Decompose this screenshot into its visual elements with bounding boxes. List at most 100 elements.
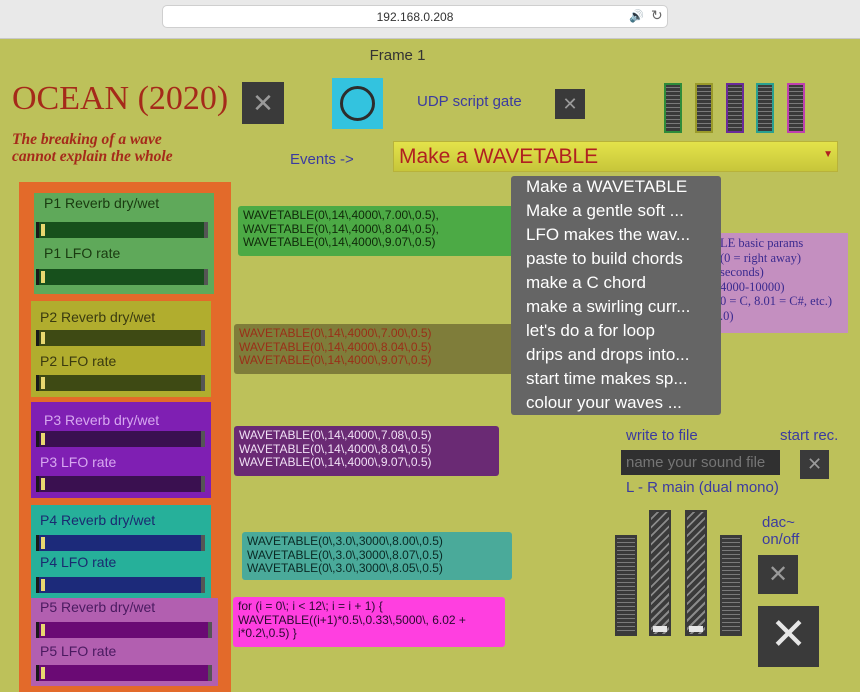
events-menu-item[interactable]: Make a WAVETABLE bbox=[526, 177, 714, 197]
slider-handle bbox=[689, 626, 703, 632]
script-line: for (i = 0\; i < 12\; i = i + 1) { bbox=[238, 599, 383, 613]
reload-icon[interactable]: ↻ bbox=[651, 7, 663, 24]
events-menu-item[interactable]: colour your waves ... bbox=[526, 393, 714, 413]
events-menu: Make a WAVETABLE Make a gentle soft ... LF… bbox=[511, 176, 721, 415]
script-line: WAVETABLE(0\,3.0\,3000\,8.05\,0.5) bbox=[247, 561, 443, 575]
part-3-lfo-label: P3 LFO rate bbox=[40, 454, 117, 470]
slider-handle bbox=[653, 626, 667, 632]
dac-label: dac~ on/off bbox=[762, 514, 799, 548]
script-line: WAVETABLE(0\,14\,4000\,7.00\,0.5) bbox=[239, 326, 432, 340]
part-2-reverb-slider[interactable] bbox=[36, 330, 205, 346]
part-5-reverb-label: P5 Reverb dry/wet bbox=[40, 599, 156, 615]
info-line: 4000-10000) bbox=[720, 279, 785, 294]
script-line: WAVETABLE(0\,3.0\,3000\,8.07\,0.5) bbox=[247, 547, 443, 562]
part-1-lfo-label: P1 LFO rate bbox=[44, 245, 121, 261]
app-title: OCEAN (2020) bbox=[12, 80, 229, 117]
slider-handle bbox=[41, 478, 45, 490]
events-selected-value: Make a WAVETABLE bbox=[399, 145, 599, 168]
slider-handle bbox=[41, 271, 45, 283]
master-toggle[interactable]: ✕ bbox=[758, 606, 819, 667]
part-3-script-message[interactable]: WAVETABLE(0\,14\,4000\,7.08\,0.5) WAVETAB… bbox=[234, 426, 499, 476]
dac-label-line-1: dac~ bbox=[762, 514, 795, 531]
slider-handle bbox=[41, 433, 45, 445]
chevron-down-icon: ▼ bbox=[823, 149, 833, 160]
slider-handle bbox=[41, 332, 45, 344]
browser-toolbar: 192.168.0.208 🔊 ↻ bbox=[0, 0, 860, 39]
script-line: WAVETABLE(0\,14\,4000\,9.07\,0.5) bbox=[239, 455, 432, 469]
slider-handle bbox=[41, 667, 45, 679]
frame-title: Frame 1 bbox=[369, 47, 426, 64]
script-line: WAVETABLE(0\,14\,4000\,9.07\,0.5) bbox=[243, 235, 436, 249]
part-4-script-message[interactable]: WAVETABLE(0\,3.0\,3000\,8.00\,0.5) WAVETA… bbox=[242, 532, 512, 580]
start-rec-toggle[interactable]: ✕ bbox=[800, 450, 829, 479]
events-menu-item[interactable]: make a C chord bbox=[526, 273, 714, 293]
part-4-reverb-label: P4 Reverb dry/wet bbox=[40, 512, 156, 528]
slider-handle bbox=[41, 537, 45, 549]
part-2-script-message[interactable]: WAVETABLE(0\,14\,4000\,7.00\,0.5) WAVETAB… bbox=[234, 324, 516, 374]
level-meter bbox=[726, 83, 744, 133]
events-label: Events -> bbox=[290, 151, 354, 168]
script-line: WAVETABLE(0\,14\,4000\,8.04\,0.5) bbox=[239, 441, 432, 456]
part-3-reverb-slider[interactable] bbox=[36, 431, 205, 447]
part-5-lfo-slider[interactable] bbox=[36, 665, 212, 681]
script-line: WAVETABLE(0\,14\,4000\,8.04\,0.5), bbox=[243, 221, 439, 236]
part-2-reverb-label: P2 Reverb dry/wet bbox=[40, 309, 156, 325]
udp-gate-toggle[interactable]: ✕ bbox=[555, 89, 585, 119]
left-level-meter bbox=[615, 535, 637, 636]
script-line: WAVETABLE(0\,14\,4000\,9.07\,0.5) bbox=[239, 353, 432, 367]
sound-file-name-input[interactable] bbox=[621, 450, 780, 475]
slider-handle bbox=[41, 377, 45, 389]
script-line: WAVETABLE((i+1)*0.5\,0.33\,5000\, 6.02 + bbox=[238, 612, 466, 627]
part-5-reverb-slider[interactable] bbox=[36, 622, 212, 638]
level-meter bbox=[787, 83, 805, 133]
udp-gate-label: UDP script gate bbox=[417, 93, 522, 110]
speaker-icon[interactable]: 🔊 bbox=[629, 9, 644, 23]
output-mode-label: L - R main (dual mono) bbox=[626, 479, 779, 496]
dac-label-line-2: on/off bbox=[762, 531, 800, 548]
slider-handle bbox=[41, 624, 45, 636]
tagline-line-1: The breaking of a wave bbox=[12, 131, 162, 148]
title-close-toggle[interactable]: ✕ bbox=[242, 82, 284, 124]
address-bar[interactable]: 192.168.0.208 🔊 ↻ bbox=[162, 5, 668, 28]
level-meter bbox=[695, 83, 713, 133]
part-1-script-message[interactable]: WAVETABLE(0\,14\,4000\,7.00\,0.5), WAVETA… bbox=[238, 206, 523, 256]
url-text: 192.168.0.208 bbox=[376, 10, 454, 24]
slider-handle bbox=[41, 224, 45, 236]
script-line: WAVETABLE(0\,14\,4000\,7.00\,0.5), bbox=[243, 208, 439, 222]
part-2-lfo-label: P2 LFO rate bbox=[40, 353, 117, 369]
write-to-file-label: write to file bbox=[626, 427, 698, 444]
part-1-lfo-slider[interactable] bbox=[36, 269, 208, 285]
events-menu-item[interactable]: Make a gentle soft ... bbox=[526, 201, 714, 221]
level-meter bbox=[756, 83, 774, 133]
info-line: seconds) bbox=[720, 265, 764, 279]
info-line: LE basic params bbox=[720, 236, 804, 250]
slider-handle bbox=[41, 579, 45, 591]
events-menu-item[interactable]: let's do a for loop bbox=[526, 321, 714, 341]
script-line: WAVETABLE(0\,3.0\,3000\,8.00\,0.5) bbox=[247, 534, 443, 548]
events-menu-item[interactable]: drips and drops into... bbox=[526, 345, 714, 365]
events-menu-item[interactable]: paste to build chords bbox=[526, 249, 714, 269]
part-5-script-message[interactable]: for (i = 0\; i < 12\; i = i + 1) {WAVETA… bbox=[233, 597, 505, 647]
info-line: (0 = right away) bbox=[720, 250, 801, 265]
part-3-lfo-slider[interactable] bbox=[36, 476, 205, 492]
left-gain-slider[interactable] bbox=[649, 510, 671, 636]
right-gain-slider[interactable] bbox=[685, 510, 707, 636]
script-line: WAVETABLE(0\,14\,4000\,8.04\,0.5) bbox=[239, 339, 432, 354]
events-menu-item[interactable]: start time makes sp... bbox=[526, 369, 714, 389]
circle-icon bbox=[340, 86, 375, 121]
bang-button[interactable] bbox=[332, 78, 383, 129]
part-3-reverb-label: P3 Reverb dry/wet bbox=[44, 412, 160, 428]
part-4-lfo-label: P4 LFO rate bbox=[40, 554, 117, 570]
part-1-reverb-slider[interactable] bbox=[36, 222, 208, 238]
part-1-reverb-label: P1 Reverb dry/wet bbox=[44, 195, 160, 211]
events-menu-item[interactable]: LFO makes the wav... bbox=[526, 225, 714, 245]
dac-toggle[interactable]: ✕ bbox=[758, 555, 798, 594]
tagline: The breaking of a wave cannot explain th… bbox=[12, 131, 173, 165]
part-4-lfo-slider[interactable] bbox=[36, 577, 205, 593]
part-2-lfo-slider[interactable] bbox=[36, 375, 205, 391]
events-menu-item[interactable]: make a swirling curr... bbox=[526, 297, 714, 317]
info-line: .0) bbox=[720, 308, 734, 323]
events-dropdown[interactable]: Make a WAVETABLE ▼ bbox=[393, 141, 838, 172]
part-4-reverb-slider[interactable] bbox=[36, 535, 205, 551]
tagline-line-2: cannot explain the whole bbox=[12, 148, 173, 165]
